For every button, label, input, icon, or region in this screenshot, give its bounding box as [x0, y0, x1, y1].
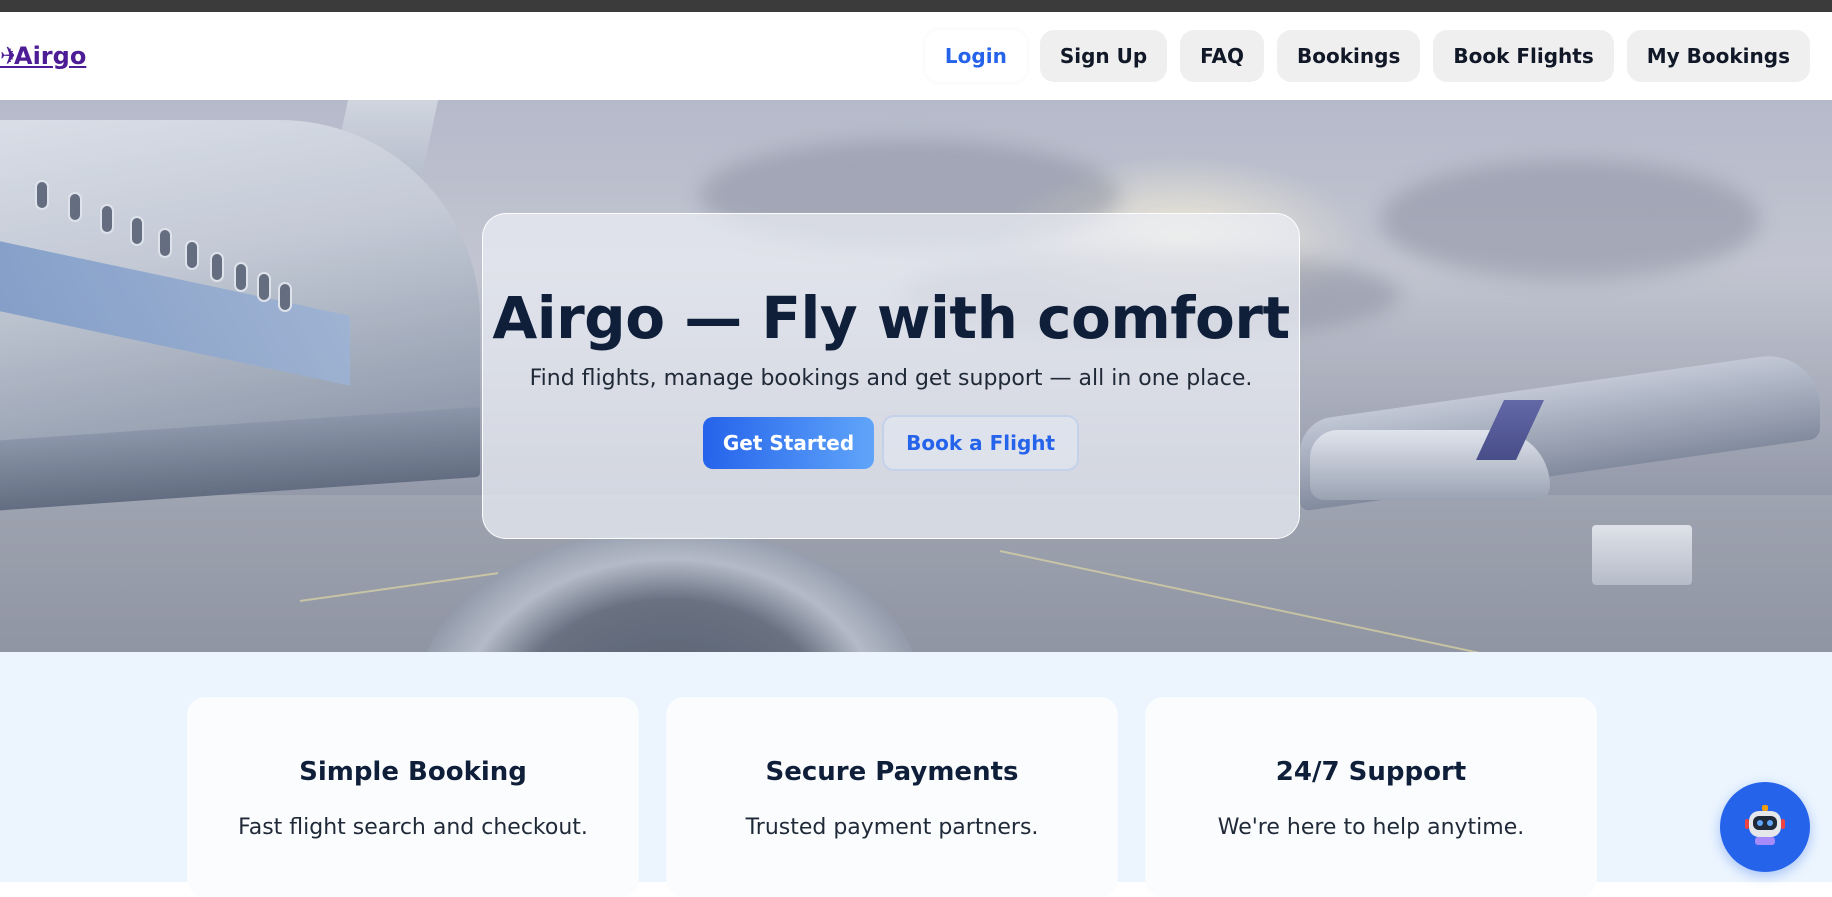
robot-icon — [1741, 801, 1789, 853]
nav-bookings-button[interactable]: Bookings — [1277, 30, 1421, 82]
book-a-flight-button[interactable]: Book a Flight — [882, 415, 1080, 471]
plane-icon: ✈ — [0, 42, 14, 70]
feature-card-support: 24/7 Support We're here to help anytime. — [1145, 697, 1597, 897]
nav-faq-button[interactable]: FAQ — [1180, 30, 1265, 82]
feature-card-secure-payments: Secure Payments Trusted payment partners… — [666, 697, 1118, 897]
hero-section: Airgo — Fly with comfort Find flights, m… — [0, 100, 1832, 652]
chatbot-button[interactable] — [1720, 782, 1810, 872]
feature-title: Secure Payments — [765, 757, 1019, 787]
feature-description: We're here to help anytime. — [1217, 815, 1525, 840]
logo-text: Airgo — [14, 42, 87, 70]
get-started-button[interactable]: Get Started — [702, 417, 875, 469]
nav-book-flights-button[interactable]: Book Flights — [1433, 30, 1614, 82]
hero-title: Airgo — Fly with comfort — [492, 284, 1290, 352]
feature-description: Fast flight search and checkout. — [238, 815, 588, 840]
site-header: ✈ Airgo Login Sign Up FAQ Bookings Book … — [0, 12, 1832, 100]
features-section: Simple Booking Fast flight search and ch… — [0, 652, 1832, 897]
hero-card: Airgo — Fly with comfort Find flights, m… — [482, 213, 1300, 539]
logo-link[interactable]: ✈ Airgo — [0, 42, 86, 70]
nav-my-bookings-button[interactable]: My Bookings — [1626, 30, 1810, 82]
feature-card-simple-booking: Simple Booking Fast flight search and ch… — [187, 697, 639, 897]
nav-login-button[interactable]: Login — [924, 30, 1027, 82]
browser-top-strip — [0, 0, 1832, 12]
feature-title: Simple Booking — [299, 757, 527, 787]
main-nav: Login Sign Up FAQ Bookings Book Flights … — [924, 30, 1810, 82]
nav-signup-button[interactable]: Sign Up — [1039, 30, 1168, 82]
feature-description: Trusted payment partners. — [745, 815, 1039, 840]
hero-subtitle: Find flights, manage bookings and get su… — [529, 366, 1253, 391]
hero-actions: Get Started Book a Flight — [483, 415, 1299, 471]
feature-title: 24/7 Support — [1275, 757, 1467, 787]
